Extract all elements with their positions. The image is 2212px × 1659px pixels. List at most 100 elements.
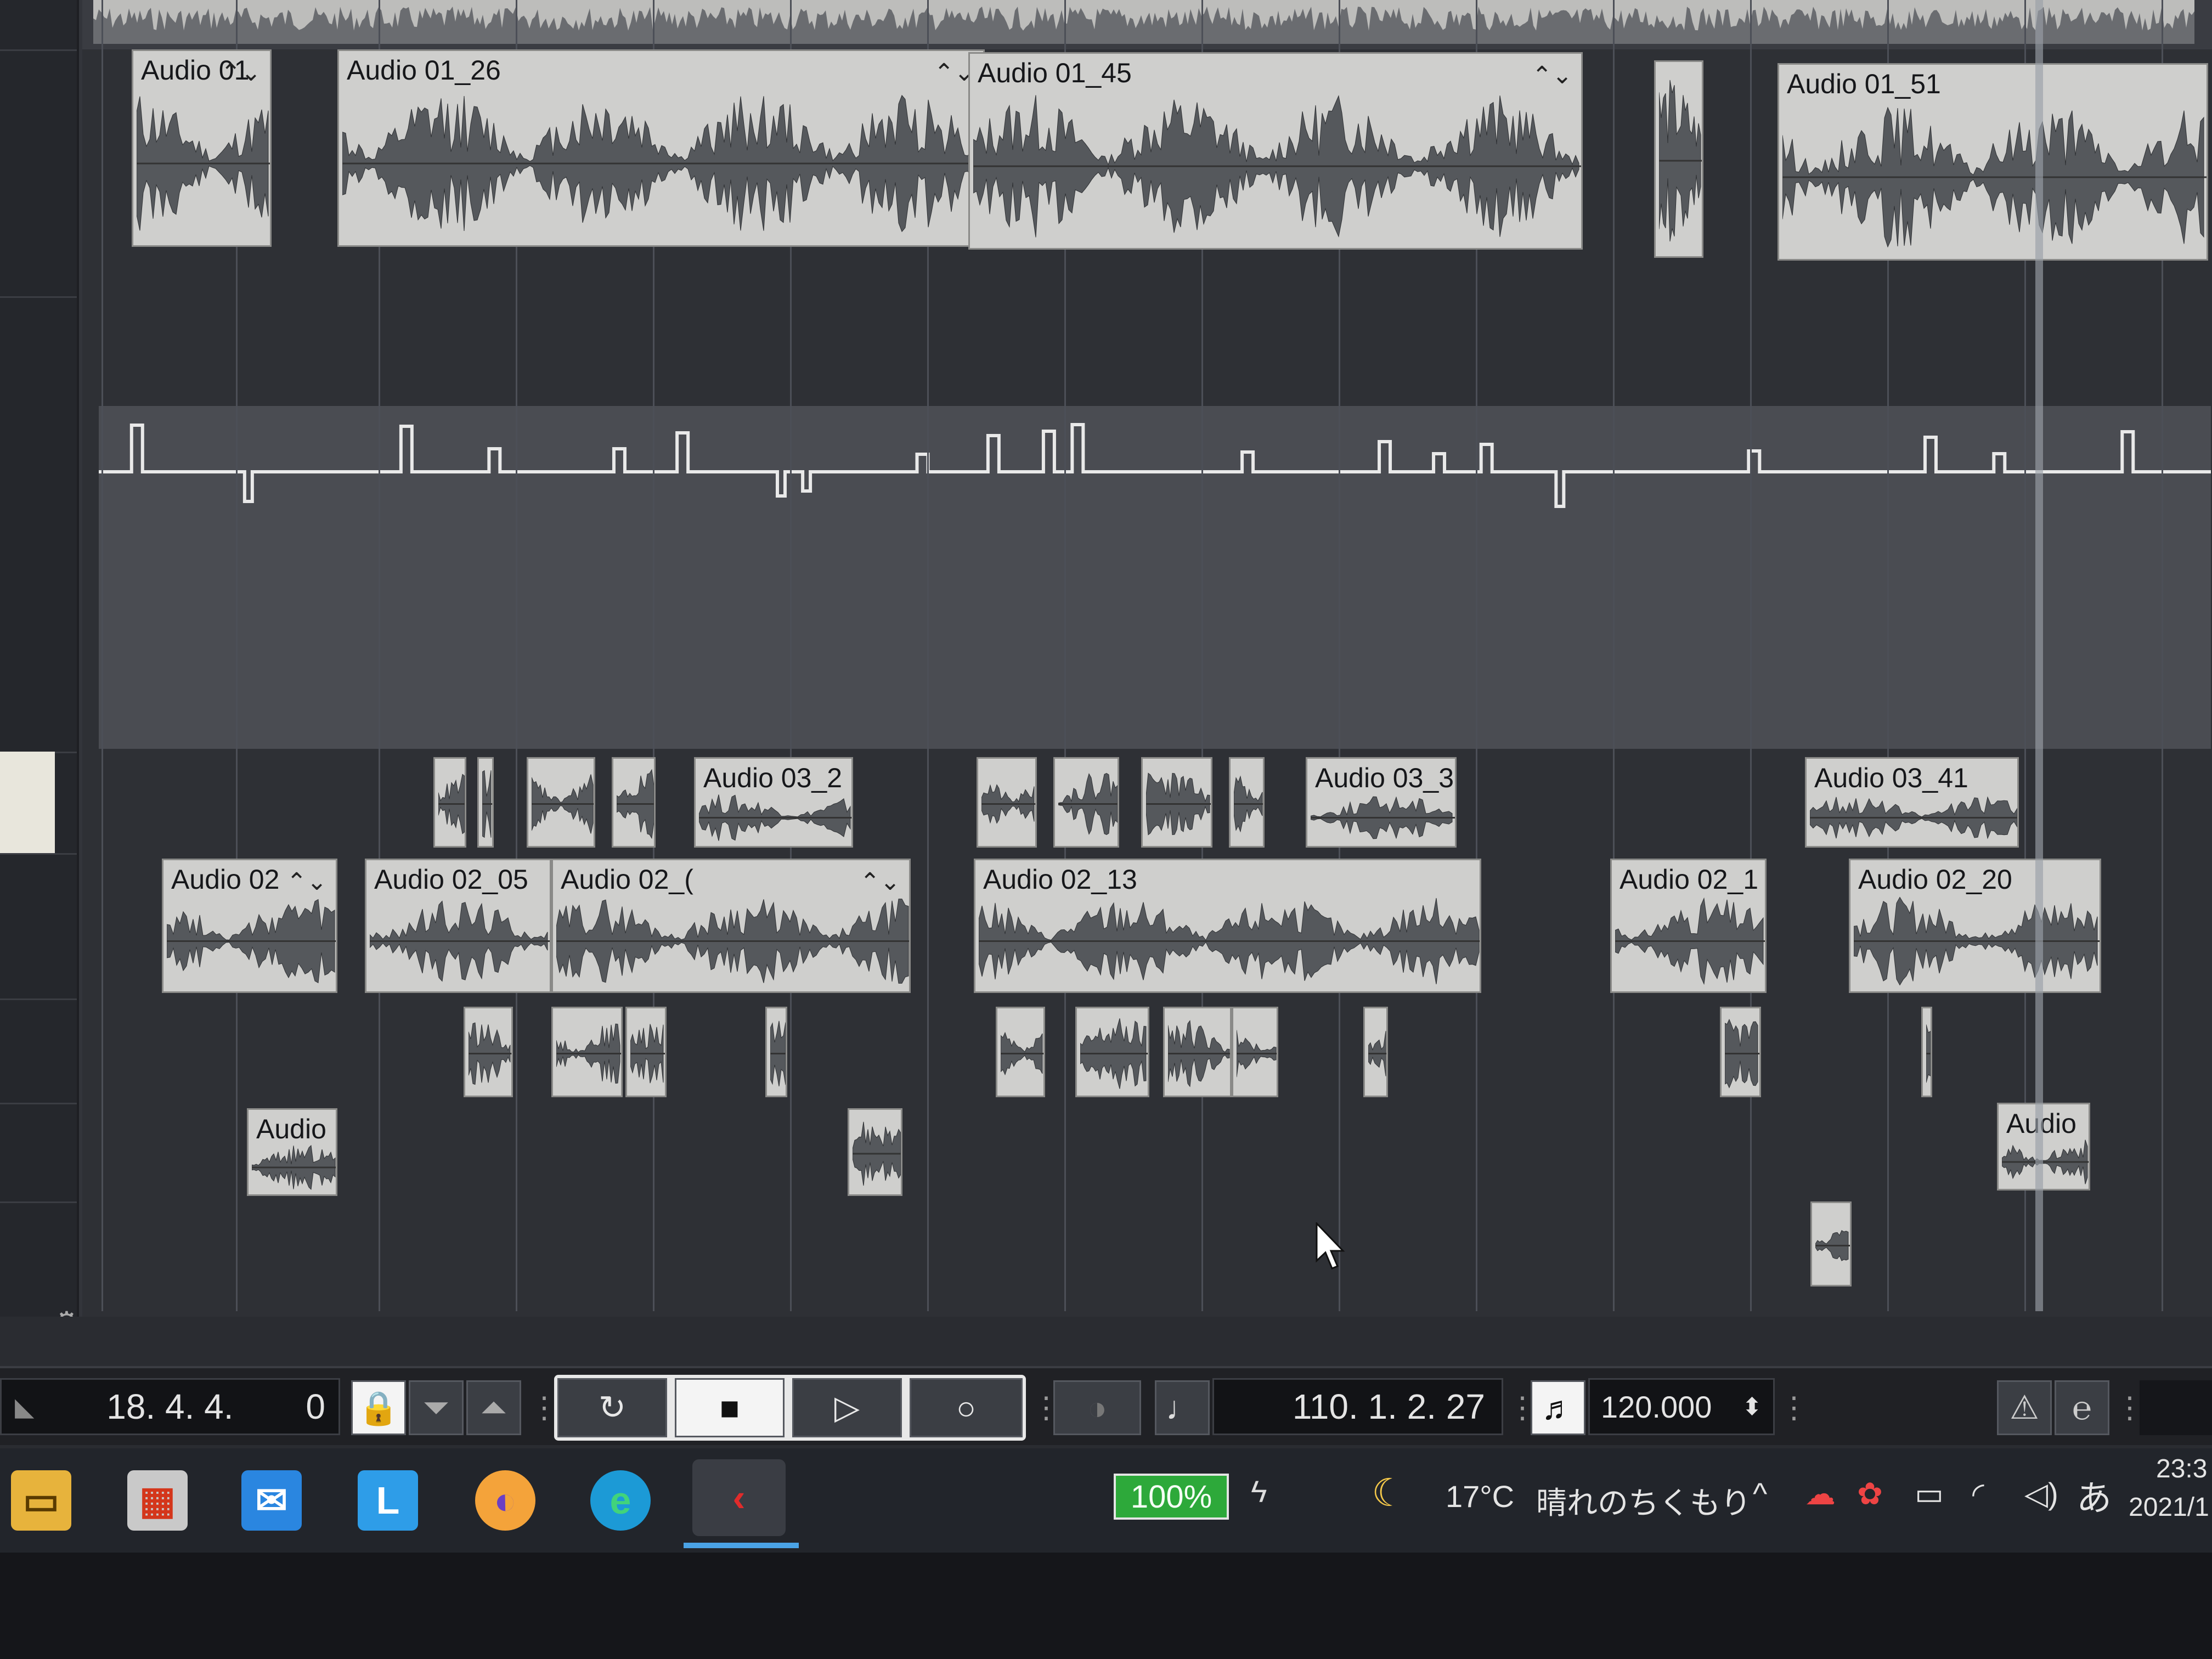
volume-icon[interactable]: ◁) (2024, 1476, 2058, 1512)
punch-out-icon: ⏶ (481, 1389, 507, 1426)
audio-event[interactable]: Audio 02_(⌃⌄ (551, 859, 911, 993)
overview-lane (82, 0, 2212, 51)
play-button[interactable]: ▷ (792, 1378, 902, 1437)
fade-handle-icon[interactable]: ⌃⌄ (286, 868, 327, 896)
audio-event[interactable]: Audio 01_51 (1778, 63, 2208, 261)
triangle-down-icon[interactable]: ▾ (11, 1306, 25, 1317)
tempo-stepper-icon[interactable]: ⬍ (1742, 1393, 1762, 1421)
automation-curve-area[interactable] (99, 406, 2211, 749)
fade-handle-icon[interactable]: ⌃⌄ (221, 59, 261, 87)
audio-event[interactable] (1053, 757, 1119, 848)
edge-icon[interactable]: e (590, 1470, 651, 1531)
marker-button[interactable]: ⚠ (1997, 1380, 2052, 1435)
auto-punch-button[interactable]: ◑ (1053, 1380, 1141, 1435)
cycle-button[interactable]: ↻ (557, 1378, 667, 1437)
record-icon: ○ (956, 1389, 977, 1426)
metronome-button[interactable]: ♩ (1155, 1380, 1210, 1435)
keyboard-icon[interactable]: ▭ (1915, 1476, 1944, 1512)
zoom-controls[interactable]: ▾ ⚙ (11, 1306, 79, 1317)
wifi-icon[interactable]: ◜ (1972, 1476, 1984, 1512)
audio-event[interactable]: Audio 01_26 ⌃⌄ (337, 49, 985, 247)
audio-event[interactable] (551, 1007, 623, 1097)
fade-handle-icon[interactable]: ⌃⌄ (1532, 61, 1572, 89)
audio-event[interactable] (1363, 1007, 1388, 1097)
audio-event[interactable]: Audio 03_2 (694, 757, 853, 848)
audio-event[interactable]: Audio (247, 1108, 337, 1196)
chevron-up-icon[interactable]: ^ (1753, 1476, 1767, 1511)
left-locator-display[interactable]: ◣ 18. 4. 4. 0 (0, 1378, 340, 1435)
audio-event[interactable] (1075, 1007, 1149, 1097)
audio-event[interactable]: Audio 02_13 (974, 859, 1481, 993)
audio-event[interactable] (1654, 60, 1703, 258)
sync-button[interactable]: ℮ (2055, 1380, 2109, 1435)
file-explorer-icon[interactable]: ▭ (11, 1470, 71, 1531)
punch-in-button[interactable]: ⏷ (409, 1380, 464, 1435)
audio-event[interactable] (527, 757, 595, 848)
tempo-track-button[interactable]: ♬ (1531, 1380, 1585, 1435)
audio-event[interactable] (977, 757, 1037, 848)
audio-event[interactable] (1921, 1007, 1932, 1097)
track-lane-audio05[interactable] (82, 1103, 2212, 1203)
audio-event[interactable]: Audio 01_45 ⌃⌄ (968, 52, 1583, 250)
tempo-display[interactable]: 120.000 ⬍ (1588, 1378, 1775, 1435)
audio-event[interactable]: Audio 03_41 (1805, 757, 2019, 848)
audio-event[interactable]: Audio 02_05 (365, 859, 551, 993)
weather-text[interactable]: 晴れのちくもり (1536, 1479, 1751, 1523)
notification-icon[interactable]: ✿ (1857, 1476, 1883, 1512)
event-display[interactable]: Audio 01 ⌃⌄ Audio 01_26 ⌃⌄ Audio 01_45 ⌃⌄ Audi… (82, 0, 2212, 1317)
weather-temp[interactable]: 17°C (1446, 1479, 1514, 1514)
automation-curve[interactable] (99, 406, 2211, 749)
lock-button[interactable]: 🔒 (351, 1380, 406, 1435)
audio-event[interactable] (1232, 1007, 1278, 1097)
audio-event[interactable] (625, 1007, 667, 1097)
l-app-icon[interactable]: L (358, 1470, 418, 1531)
cubase-icon[interactable]: ‹ (692, 1459, 786, 1536)
audio-event[interactable] (1810, 1201, 1852, 1286)
auto-punch-icon: ◑ (1087, 1389, 1108, 1426)
record-button[interactable]: ○ (910, 1378, 1023, 1437)
battery-percent: 100% (1130, 1479, 1212, 1515)
audio-event[interactable] (464, 1007, 513, 1097)
moon-cloud-icon[interactable]: ☾ (1372, 1470, 1406, 1515)
playhead-cursor[interactable] (2035, 0, 2043, 1311)
audio-event-name: Audio 03_41 (1814, 763, 1968, 793)
punch-out-button[interactable]: ⏶ (466, 1380, 521, 1435)
audio-event[interactable] (612, 757, 656, 848)
track-lane-audio06[interactable] (82, 1201, 2212, 1317)
clock-time[interactable]: 23:3 (2156, 1454, 2207, 1484)
fade-handle-icon[interactable]: ⌃⌄ (860, 868, 900, 896)
store-icon[interactable]: ▦ (127, 1470, 188, 1531)
stop-button[interactable]: ■ (675, 1378, 785, 1437)
audio-event[interactable]: Audio 01 ⌃⌄ (132, 49, 272, 247)
clock-date[interactable]: 2021/1 (2129, 1492, 2209, 1522)
gear-icon[interactable]: ⚙ (54, 1306, 79, 1317)
lane-separator (0, 853, 77, 855)
position-display[interactable]: 110. 1. 2. 27 (1212, 1378, 1503, 1435)
browser-icon[interactable]: ◐ (475, 1470, 535, 1531)
audio-event[interactable]: Audio (1997, 1103, 2090, 1190)
waveform (1725, 1019, 1759, 1088)
audio-event[interactable] (1141, 757, 1212, 848)
audio-event[interactable]: Audio 03_3 (1306, 757, 1457, 848)
audio-event[interactable] (1163, 1007, 1232, 1097)
waveform (1854, 896, 2100, 986)
transport-controls: ↻ ■ ▷ ○ (554, 1375, 1026, 1441)
audio-event[interactable] (1720, 1007, 1761, 1097)
waveform (342, 94, 983, 233)
audio-event[interactable] (765, 1007, 787, 1097)
ime-indicator[interactable]: あ (2076, 1470, 2112, 1521)
onedrive-error-icon[interactable]: ☁ (1805, 1476, 1836, 1512)
audio-event[interactable]: Audio 02_20 (1849, 859, 2101, 993)
audio-event[interactable] (433, 757, 466, 848)
audio-event[interactable] (1229, 757, 1265, 848)
audio-event[interactable] (848, 1108, 902, 1196)
battery-indicator[interactable]: 100% (1114, 1474, 1229, 1520)
audio-event[interactable]: Audio 02_1 (1610, 859, 1767, 993)
mail-icon[interactable]: ✉ (241, 1470, 302, 1531)
selected-track-header[interactable] (0, 752, 55, 853)
audio-event[interactable] (996, 1007, 1045, 1097)
bar-grid-line (101, 0, 103, 1311)
audio-event[interactable]: Audio 02 ⌃⌄ (162, 859, 337, 993)
audio-event[interactable] (477, 757, 494, 848)
mouse-pointer-icon (1316, 1222, 1345, 1269)
